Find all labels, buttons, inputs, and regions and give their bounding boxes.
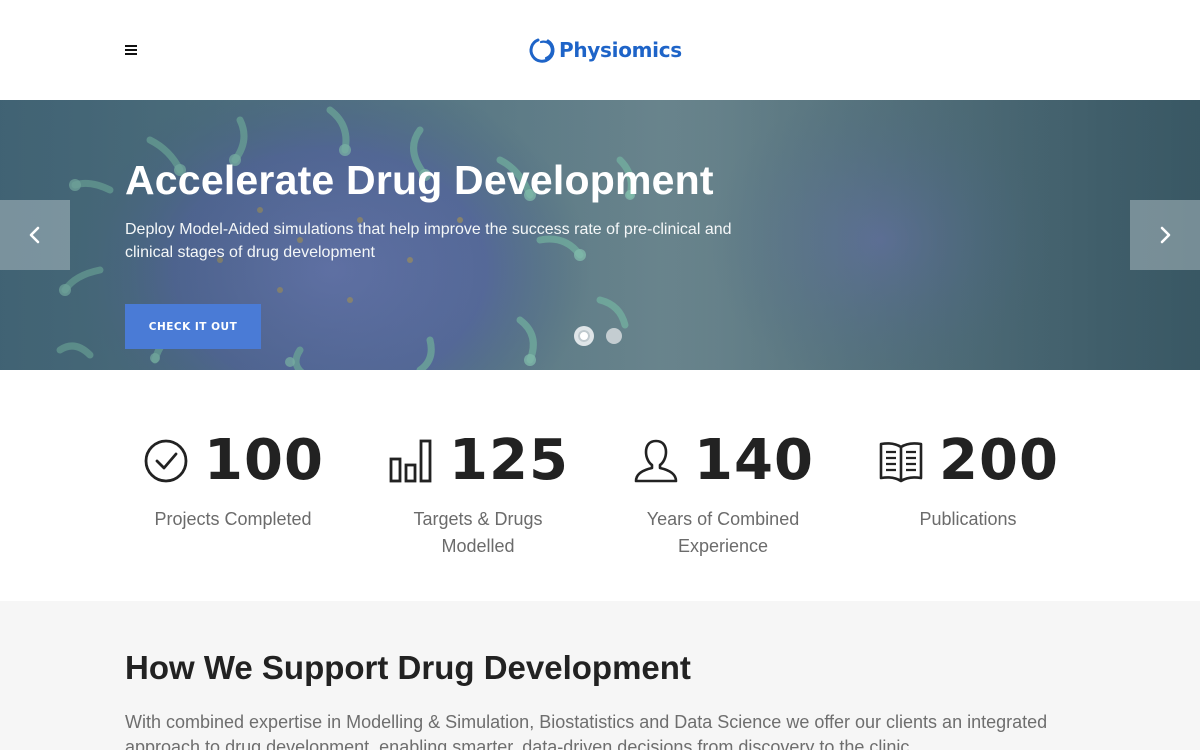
bar-chart-icon — [389, 439, 432, 483]
hero-subtitle: Deploy Model-Aided simulations that help… — [125, 221, 732, 261]
slider-dot-2[interactable] — [604, 326, 624, 346]
book-icon — [879, 442, 923, 483]
hamburger-menu-icon[interactable] — [118, 36, 146, 64]
stat-label: Publications — [919, 509, 1017, 529]
stat-value: 125 — [449, 428, 569, 493]
physiomics-logo-mark — [529, 38, 555, 63]
hero-slider: Accelerate Drug Development Deploy Model… — [0, 100, 1200, 370]
logo-text: Physiomics — [559, 38, 682, 62]
slider-next-button[interactable] — [1130, 200, 1200, 270]
support-title: How We Support Drug Development — [125, 649, 691, 686]
slider-pagination — [574, 326, 624, 346]
support-text: With combined expertise in Modelling & S… — [125, 712, 1048, 750]
stat-projects: 100 Projects Completed — [118, 430, 348, 533]
stat-label: Targets & Drugs Modelled — [413, 509, 543, 556]
check-circle-icon — [144, 439, 188, 483]
site-logo[interactable]: Physiomics — [528, 34, 682, 66]
stat-publications: 200 Publications — [853, 430, 1083, 533]
stat-experience: 140 Years of Combined Experience — [608, 430, 838, 560]
support-section: How We Support Drug Development With com… — [0, 601, 1200, 750]
site-header: Physiomics — [0, 0, 1200, 100]
hero-title: Accelerate Drug Development — [125, 157, 714, 203]
user-icon — [634, 439, 678, 483]
stat-targets: 125 Targets & Drugs Modelled — [363, 430, 593, 560]
slider-dot-1[interactable] — [574, 326, 594, 346]
stat-value: 100 — [204, 428, 324, 493]
stat-value: 140 — [694, 428, 814, 493]
stat-value: 200 — [939, 428, 1059, 493]
stat-label: Years of Combined Experience — [646, 509, 800, 556]
check-it-out-button[interactable]: CHECK IT OUT — [125, 304, 261, 349]
slider-prev-button[interactable] — [0, 200, 70, 270]
chevron-right-icon — [1160, 226, 1171, 244]
chevron-left-icon — [29, 226, 40, 244]
stat-label: Projects Completed — [154, 509, 312, 529]
stats-section: 100 Projects Completed 125 Targets & Dru… — [0, 370, 1200, 601]
